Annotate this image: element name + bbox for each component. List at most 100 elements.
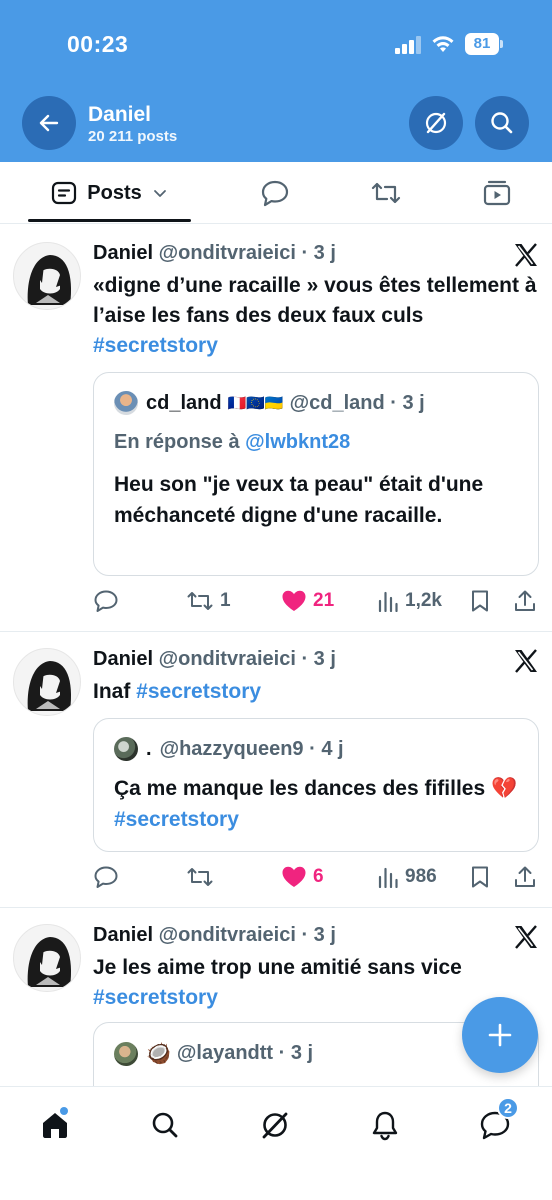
quoted-post[interactable]: . @hazzyqueen9 · 4 j Ça me manque les da… [93,718,539,852]
nav-messages[interactable]: 2 [473,1097,519,1147]
hashtag-link[interactable]: #secretstory [93,334,218,357]
like-count: 6 [313,866,324,887]
reply-button[interactable] [93,586,119,616]
repost-button[interactable]: 1 [186,586,231,616]
repost-tab-icon [371,182,401,204]
posts-tab-icon [52,181,77,205]
reply-icon [94,866,118,888]
nav-search[interactable] [143,1103,187,1147]
hashtag-link[interactable]: #secretstory [136,680,261,703]
battery-level: 81 [465,33,499,55]
quoted-post[interactable]: cd_land 🇫🇷🇪🇺🇺🇦 @cd_land · 3 j En réponse… [93,372,539,576]
search-icon [152,1112,178,1138]
tab-posts-label: Posts [87,181,142,204]
profile-tabs: Posts [0,162,552,224]
bottom-navigation: 2 [0,1086,552,1200]
messages-badge: 2 [497,1097,519,1119]
back-button[interactable] [22,96,76,150]
chevron-down-icon [153,190,166,197]
quote-header: 🥥 @layandtt · 3 j [114,1041,313,1066]
repost-count: 1 [220,590,231,611]
like-button[interactable]: 6 [281,862,324,892]
battery-indicator: 81 [465,33,503,55]
grok-icon [262,1112,288,1139]
share-icon [515,866,535,887]
author-handle-time: @onditvraieici · 3 j [158,924,336,946]
reply-icon [94,590,118,612]
views-chart-icon [378,591,398,612]
post-actions: 6 986 [93,862,543,892]
status-time: 00:23 [67,31,129,57]
x-logo-icon [515,243,537,267]
author-handle-time: @onditvraieici · 3 j [158,648,336,670]
avatar[interactable] [13,924,81,992]
home-notification-dot [60,1107,68,1115]
profile-name: Daniel [88,103,152,126]
reply-context: En réponse à @lwbknt28 [114,431,351,453]
quote-avatar[interactable] [114,1041,138,1066]
views-count: 1,2k [405,590,442,611]
quote-avatar[interactable] [114,391,138,415]
hashtag-link[interactable]: #secretstory [114,808,239,831]
author-name[interactable]: Daniel [93,242,153,264]
quote-avatar[interactable] [114,737,138,761]
hashtag-link[interactable]: #secretstory [93,986,218,1009]
post-item[interactable]: Daniel @onditvraieici · 3 j Je les aime … [0,908,552,1088]
quote-text: Ça me manque les dances des fifilles 💔 #… [114,777,518,831]
heart-filled-icon [282,866,306,887]
views-chart-icon [378,867,398,888]
compose-post-button[interactable] [462,997,538,1073]
views-button[interactable]: 986 [377,862,437,892]
plus-icon [488,1023,512,1047]
quote-author-name[interactable]: cd_land [146,392,222,415]
quote-author-name[interactable]: . [146,738,152,761]
reply-mention-link[interactable]: @lwbknt28 [245,431,350,453]
reply-button[interactable] [93,862,119,892]
status-bar: 00:23 81 [0,0,552,90]
tab-posts[interactable]: Posts [28,162,191,224]
tab-reposts[interactable] [356,162,416,224]
active-tab-indicator [28,219,191,222]
media-tab-icon [483,180,511,206]
repost-button[interactable] [186,862,214,892]
post-header: Daniel @onditvraieici · 3 j [93,648,336,671]
avatar[interactable] [13,242,81,310]
bookmark-button[interactable] [469,862,491,892]
bell-icon [372,1111,398,1141]
like-button[interactable]: 21 [281,586,334,616]
bookmark-icon [472,866,488,888]
share-icon [515,590,535,611]
search-button[interactable] [475,96,529,150]
quote-text: Heu son "je veux ta peau" était d'une mé… [114,473,484,527]
profile-header: 00:23 81 Daniel 20 211 posts [0,0,552,162]
author-name[interactable]: Daniel [93,924,153,946]
author-name[interactable]: Daniel [93,648,153,670]
grok-icon [425,112,447,134]
views-button[interactable]: 1,2k [377,586,442,616]
tab-replies[interactable] [245,162,305,224]
repost-icon [187,868,213,886]
nav-home[interactable] [33,1103,77,1147]
wifi-icon [432,36,454,52]
heart-filled-icon [282,590,306,611]
like-count: 21 [313,590,335,611]
quote-header: . @hazzyqueen9 · 4 j [114,737,344,761]
nav-notifications[interactable] [363,1103,407,1147]
grok-button[interactable] [409,96,463,150]
posts-count: 20 211 posts [88,128,178,145]
author-handle-time: @onditvraieici · 3 j [158,242,336,264]
share-button[interactable] [513,586,537,616]
tab-media[interactable] [467,162,527,224]
nav-grok[interactable] [253,1103,297,1147]
share-button[interactable] [513,862,537,892]
x-logo-icon [515,925,537,949]
avatar-image [27,661,72,711]
post-item[interactable]: Daniel @onditvraieici · 3 j «digne d’une… [0,226,552,632]
bookmark-button[interactable] [469,586,491,616]
search-icon [491,112,513,134]
avatar[interactable] [13,648,81,716]
post-item[interactable]: Daniel @onditvraieici · 3 j Inaf #secret… [0,632,552,908]
avatar-image [27,937,72,987]
post-text: Je les aime trop une amitié sans vice #s… [93,956,462,1009]
arrow-left-icon [39,114,59,132]
